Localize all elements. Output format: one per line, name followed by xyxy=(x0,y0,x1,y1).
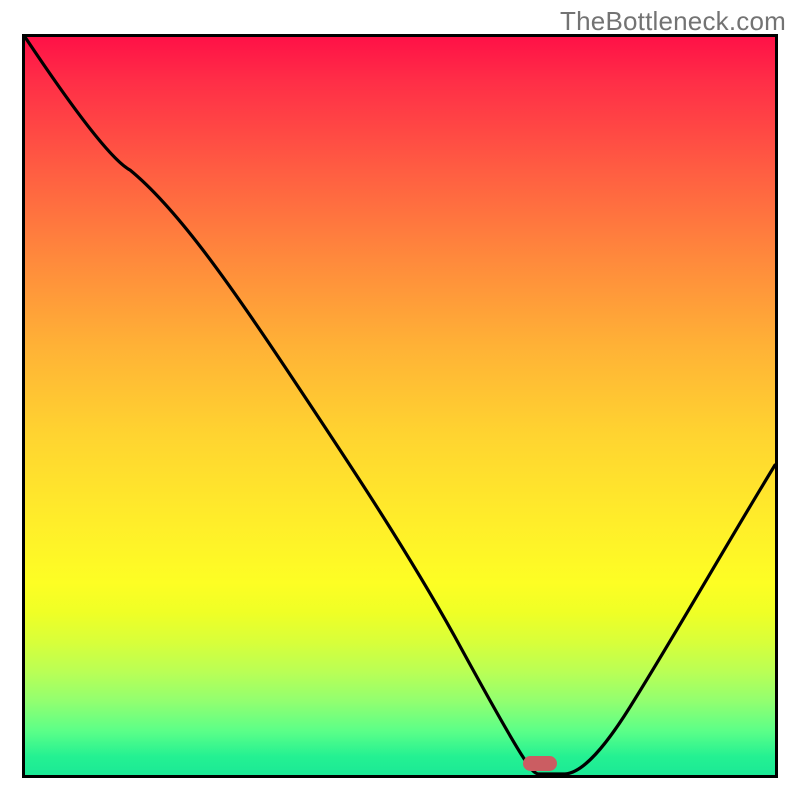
watermark-label: TheBottleneck.com xyxy=(560,6,786,37)
plot-area xyxy=(22,34,778,778)
bottleneck-curve xyxy=(25,37,775,775)
optimal-marker xyxy=(523,756,557,771)
chart-container: TheBottleneck.com xyxy=(0,0,800,800)
